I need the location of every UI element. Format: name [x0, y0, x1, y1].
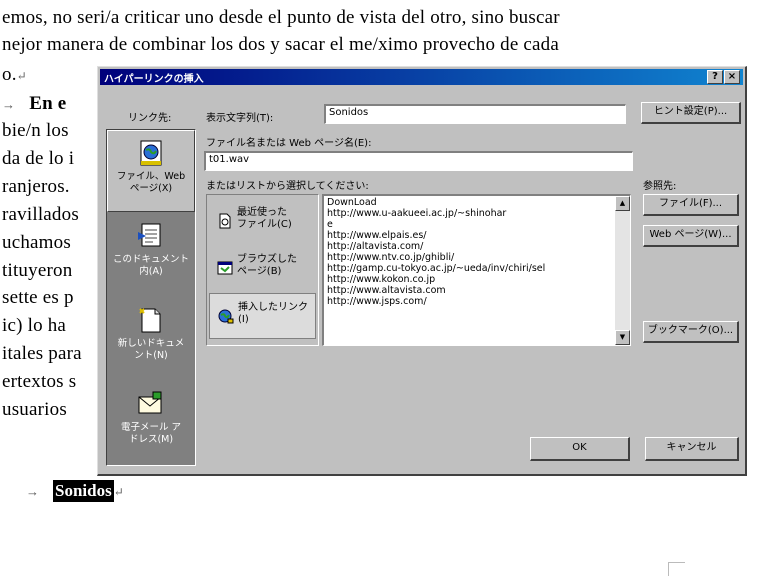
help-button[interactable]: ?	[707, 70, 723, 84]
heading-line: → Sonidos ↵	[26, 480, 124, 502]
doc-line-8: ravillados	[2, 204, 79, 225]
doc-line-7: ranjeros.	[2, 176, 70, 197]
cancel-button[interactable]: キャンセル	[645, 437, 739, 461]
display-text-label: 表示文字列(T):	[206, 113, 274, 124]
link-to-label: リンク先:	[128, 113, 172, 124]
doc-line-10: tituyeron	[2, 260, 73, 281]
close-button[interactable]: ×	[724, 70, 740, 84]
doc-line-2: nejor manera de combinar los dos y sacar…	[2, 34, 560, 55]
list-item[interactable]: http://www.ntv.co.jp/ghibli/	[327, 252, 454, 263]
list-item[interactable]: http://www.elpais.es/	[327, 230, 427, 241]
web-page-icon	[137, 139, 165, 167]
browse-web-page-button[interactable]: Web ページ(W)...	[643, 225, 739, 247]
link-to-bar: ファイル、Web ページ(X) このドキュメント 内(A) 新しいドキュメ ント…	[106, 129, 196, 466]
insert-hyperlink-dialog: ハイパーリンクの挿入 ? × リンク先: ファイル、Web ページ(X) このド…	[97, 66, 747, 476]
dialog-titlebar[interactable]: ハイパーリンクの挿入 ? ×	[100, 69, 743, 85]
browsed-pages-option[interactable]: ブラウズした ページ(B)	[209, 246, 316, 292]
link-to-email-address[interactable]: 電子メール ア ドレス(M)	[107, 382, 195, 464]
document-place-icon	[136, 222, 164, 250]
doc-line-15: usuarios	[2, 399, 67, 420]
dialog-title: ハイパーリンクの挿入	[104, 74, 204, 85]
list-scrollbar[interactable]: ▲ ▼	[615, 196, 630, 345]
bookmark-button[interactable]: ブックマーク(O)...	[643, 321, 739, 343]
inserted-links-icon	[218, 308, 234, 324]
link-to-web-page[interactable]: ファイル、Web ページ(X)	[107, 130, 195, 212]
browse-options-panel: 最近使った ファイル(C) ブラウズした ページ(B) 挿入したリンク (I)	[206, 194, 319, 346]
paragraph-mark: ↵	[113, 485, 124, 499]
scroll-down-arrow-icon[interactable]: ▼	[615, 330, 630, 345]
browsed-pages-icon	[217, 260, 233, 276]
browse-file-button[interactable]: ファイル(F)...	[643, 194, 739, 216]
tab-mark: →	[26, 484, 39, 499]
list-item[interactable]: DownLoad	[327, 197, 377, 208]
list-item[interactable]: http://www.jsps.com/	[327, 296, 427, 307]
doc-line-4: → En e	[2, 93, 67, 114]
select-from-list-label: またはリストから選択してください:	[206, 181, 369, 192]
doc-line-3: o.↵	[2, 64, 27, 85]
text-boundary-corner	[668, 562, 685, 576]
email-icon	[136, 390, 164, 418]
doc-line-14: ertextos s	[2, 371, 77, 392]
link-list-box[interactable]: DownLoad http://www.u-aakueei.ac.jp/~shi…	[322, 194, 631, 346]
doc-line-1: emos, no seri/a criticar uno desde el pu…	[2, 7, 560, 28]
list-item[interactable]: e	[327, 219, 333, 230]
list-item[interactable]: http://www.u-aakueei.ac.jp/~shinohar	[327, 208, 506, 219]
paragraph-mark: ↵	[16, 69, 27, 83]
doc-line-5: bie/n los	[2, 120, 69, 141]
doc-line-12: ic) lo ha	[2, 315, 67, 336]
link-to-this-document[interactable]: このドキュメント 内(A)	[107, 214, 195, 296]
selected-heading-text[interactable]: Sonidos	[53, 480, 114, 502]
doc-line-6: da de lo i	[2, 148, 75, 169]
new-document-icon	[136, 306, 164, 334]
list-item[interactable]: http://gamp.cu-tokyo.ac.jp/~ueda/inv/chi…	[327, 263, 545, 274]
doc-line-9: uchamos	[2, 232, 71, 253]
display-text-input[interactable]: Sonidos	[324, 104, 626, 124]
screen-tip-button[interactable]: ヒント設定(P)...	[641, 102, 741, 124]
browse-for-label: 参照先:	[643, 181, 677, 192]
recent-files-icon	[217, 213, 233, 229]
list-item[interactable]: http://altavista.com/	[327, 241, 423, 252]
link-to-new-document[interactable]: 新しいドキュメ ント(N)	[107, 298, 195, 380]
ok-button[interactable]: OK	[530, 437, 630, 461]
address-label: ファイル名または Web ページ名(E):	[206, 138, 372, 149]
address-input[interactable]: t01.wav	[204, 151, 633, 171]
doc-line-11: sette es p	[2, 287, 74, 308]
scroll-up-arrow-icon[interactable]: ▲	[615, 196, 630, 211]
doc-line-13: itales para	[2, 343, 82, 364]
tab-mark: →	[2, 97, 16, 112]
list-item[interactable]: http://www.altavista.com	[327, 285, 446, 296]
inserted-links-option[interactable]: 挿入したリンク (I)	[209, 293, 316, 339]
list-item[interactable]: http://www.kokon.co.jp	[327, 274, 435, 285]
recent-files-option[interactable]: 最近使った ファイル(C)	[209, 199, 316, 245]
